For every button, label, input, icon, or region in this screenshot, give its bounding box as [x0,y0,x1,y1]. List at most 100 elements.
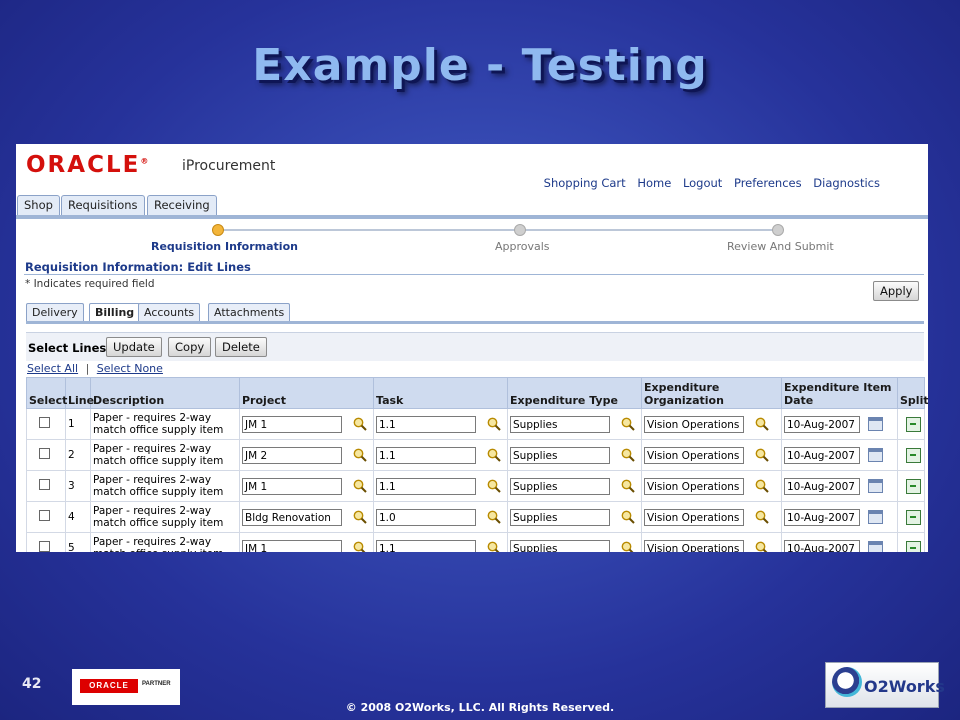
search-icon[interactable] [754,509,770,525]
search-icon[interactable] [352,540,368,552]
line-description: Paper - requires 2-way match office supp… [90,408,240,440]
tab-receiving[interactable]: Receiving [147,195,217,215]
train-line [221,229,776,231]
select-none-link[interactable]: Select None [97,362,163,375]
tab-bar [16,215,928,219]
expenditure-type-input[interactable]: Supplies [510,415,610,433]
row-select-checkbox[interactable] [39,541,50,552]
expenditure-date-input[interactable]: 10-Aug-2007 [784,415,860,433]
search-icon[interactable] [620,478,636,494]
project-input[interactable]: JM 1 [242,477,342,495]
step-dot-review-and-submit [772,224,784,236]
search-icon[interactable] [754,447,770,463]
expenditure-date-input[interactable]: 10-Aug-2007 [784,539,860,552]
link-diagnostics[interactable]: Diagnostics [813,176,880,190]
expenditure-org-input[interactable]: Vision Operations [644,446,744,464]
search-icon[interactable] [754,540,770,552]
process-train: Requisition Information Approvals Review… [16,220,928,260]
search-icon[interactable] [486,509,502,525]
link-shopping-cart[interactable]: Shopping Cart [544,176,626,190]
task-input[interactable]: 1.1 [376,477,476,495]
row-select-checkbox[interactable] [39,510,50,521]
project-input[interactable]: JM 2 [242,446,342,464]
search-icon[interactable] [486,447,502,463]
search-icon[interactable] [486,540,502,552]
link-preferences[interactable]: Preferences [734,176,802,190]
subtab-delivery[interactable]: Delivery [26,303,84,321]
apply-button[interactable]: Apply [873,281,920,301]
line-description: Paper - requires 2-way match office supp… [90,532,240,552]
line-number: 2 [65,439,91,471]
search-icon[interactable] [620,416,636,432]
search-icon[interactable] [486,478,502,494]
calendar-icon[interactable] [868,448,883,462]
row-select-checkbox[interactable] [39,417,50,428]
link-home[interactable]: Home [637,176,671,190]
split-icon[interactable] [906,540,921,552]
expenditure-type-input[interactable]: Supplies [510,446,610,464]
col-header-line: Line [65,377,94,409]
split-icon[interactable] [906,416,921,432]
expenditure-type-input[interactable]: Supplies [510,508,610,526]
step-dot-requisition-information [212,224,224,236]
page-title: Requisition Information: Edit Lines [25,260,251,274]
title-rule [24,274,924,275]
select-all-link[interactable]: Select All [27,362,78,375]
row-select-checkbox[interactable] [39,448,50,459]
search-icon[interactable] [352,509,368,525]
step-label-review-and-submit: Review And Submit [727,240,834,253]
calendar-icon[interactable] [868,479,883,493]
search-icon[interactable] [754,478,770,494]
expenditure-org-input[interactable]: Vision Operations [644,539,744,552]
search-icon[interactable] [620,447,636,463]
calendar-icon[interactable] [868,510,883,524]
copy-button[interactable]: Copy [168,337,212,357]
expenditure-org-input[interactable]: Vision Operations [644,508,744,526]
split-icon[interactable] [906,509,921,525]
search-icon[interactable] [352,447,368,463]
expenditure-type-input[interactable]: Supplies [510,477,610,495]
table-row: 4 Paper - requires 2-way match office sup… [26,501,925,533]
project-input[interactable]: JM 1 [242,415,342,433]
delete-button[interactable]: Delete [215,337,267,357]
col-header-expenditure-type: Expenditure Type [507,377,642,409]
task-input[interactable]: 1.0 [376,508,476,526]
expenditure-type-input[interactable]: Supplies [510,539,610,552]
calendar-icon[interactable] [868,541,883,552]
project-input[interactable]: Bldg Renovation [242,508,342,526]
tab-requisitions[interactable]: Requisitions [61,195,145,215]
update-button[interactable]: Update [106,337,162,357]
split-icon[interactable] [906,478,921,494]
link-logout[interactable]: Logout [683,176,722,190]
search-icon[interactable] [754,416,770,432]
row-select-checkbox[interactable] [39,479,50,490]
tab-shop[interactable]: Shop [17,195,60,215]
expenditure-date-input[interactable]: 10-Aug-2007 [784,477,860,495]
search-icon[interactable] [620,540,636,552]
expenditure-org-input[interactable]: Vision Operations [644,477,744,495]
task-input[interactable]: 1.1 [376,539,476,552]
line-number: 5 [65,532,91,552]
oracle-logo: ORACLE® [26,152,151,178]
search-icon[interactable] [620,509,636,525]
step-label-requisition-information: Requisition Information [151,240,298,253]
search-icon[interactable] [486,416,502,432]
subtab-accounts[interactable]: Accounts [138,303,201,321]
calendar-icon[interactable] [868,417,883,431]
search-icon[interactable] [352,478,368,494]
line-description: Paper - requires 2-way match office supp… [90,501,240,533]
app-header: ORACLE® iProcurement Shopping Cart Home … [16,144,928,194]
task-input[interactable]: 1.1 [376,446,476,464]
project-input[interactable]: JM 1 [242,539,342,552]
expenditure-org-input[interactable]: Vision Operations [644,415,744,433]
col-header-project: Project [239,377,374,409]
subtab-billing[interactable]: Billing [89,303,141,321]
expenditure-date-input[interactable]: 10-Aug-2007 [784,508,860,526]
search-icon[interactable] [352,416,368,432]
line-description: Paper - requires 2-way match office supp… [90,439,240,471]
expenditure-date-input[interactable]: 10-Aug-2007 [784,446,860,464]
col-header-select: Select [26,377,67,409]
subtab-attachments[interactable]: Attachments [208,303,291,321]
task-input[interactable]: 1.1 [376,415,476,433]
split-icon[interactable] [906,447,921,463]
